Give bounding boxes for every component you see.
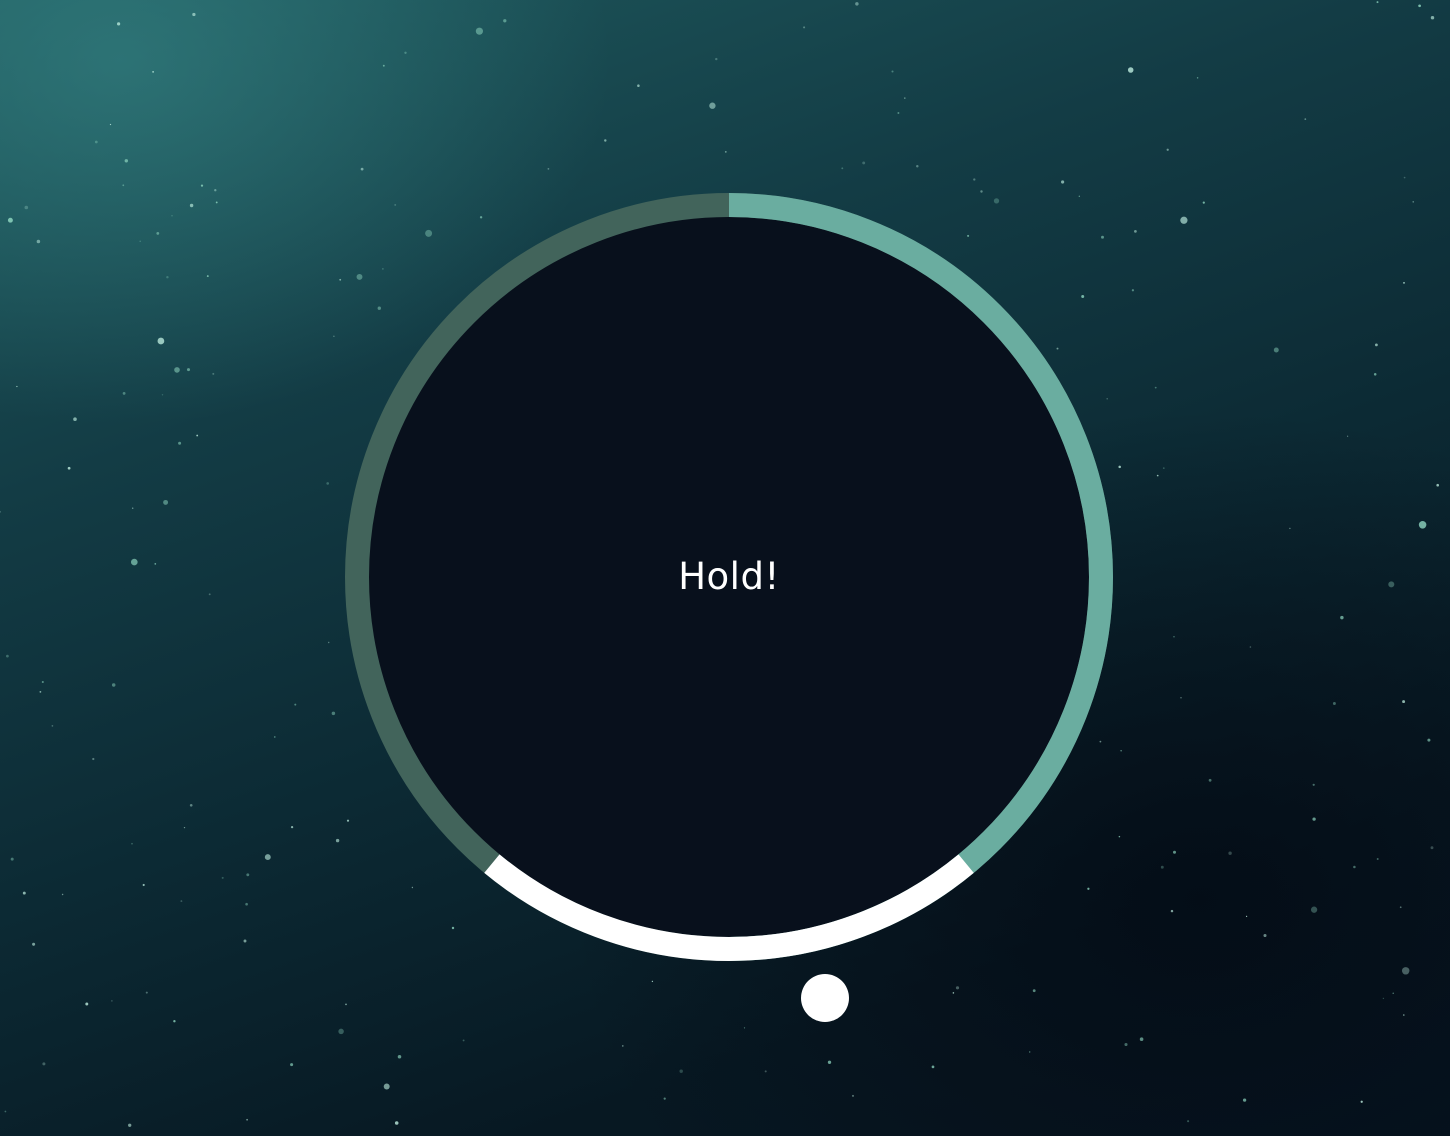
hold-instruction: Hold! [678, 555, 780, 598]
white-dot-icon [801, 974, 849, 1022]
